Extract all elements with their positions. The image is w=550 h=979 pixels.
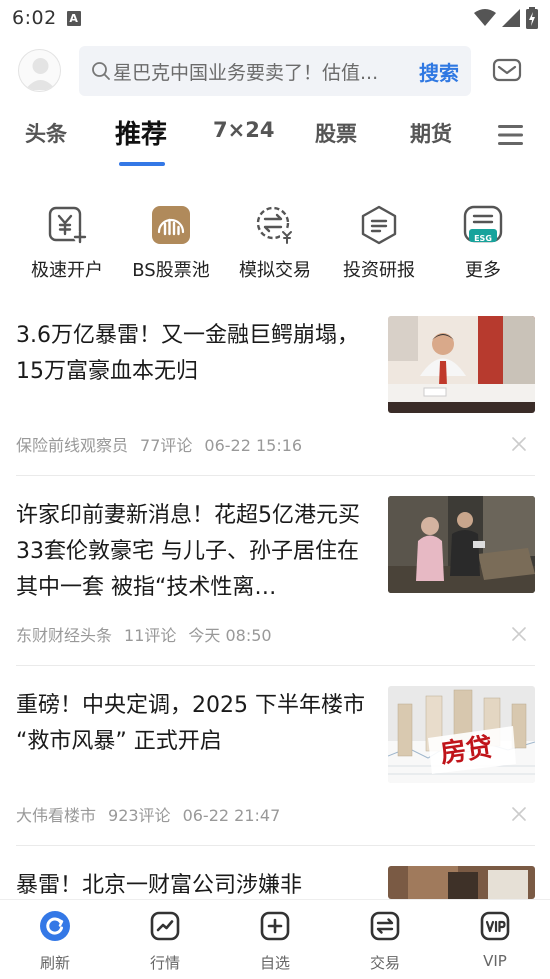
news-image-text: 房贷 — [438, 732, 495, 770]
nav-vip[interactable]: VIP — [455, 910, 535, 970]
tab-stocks[interactable]: 股票 — [315, 118, 357, 148]
news-time: 06-22 21:47 — [182, 806, 281, 825]
status-bar: 6:02 A — [0, 0, 550, 36]
quick-entry-label: 更多 — [465, 260, 501, 281]
nav-label: 自选 — [259, 954, 290, 972]
news-thumbnail — [388, 316, 535, 413]
search-icon — [92, 62, 110, 80]
simulated-trade-icon — [256, 206, 294, 244]
search-button[interactable]: 搜索 — [419, 57, 459, 86]
news-source: 大伟看楼市 — [16, 806, 97, 825]
quick-entry-row: 极速开户 BS股票池 模拟交易 投资研报 ESG 更多 — [0, 204, 550, 284]
research-report-icon — [361, 205, 397, 245]
nav-label: 行情 — [149, 954, 180, 972]
quick-entry-label: 模拟交易 — [239, 260, 311, 281]
trade-icon — [370, 911, 400, 941]
news-image-people-room — [388, 496, 535, 593]
nav-label: 刷新 — [39, 954, 70, 972]
bottom-navigation: 刷新 行情 自选 交易 VIP — [0, 899, 550, 979]
active-tab-indicator — [119, 162, 165, 166]
news-item[interactable]: 许家印前妻新消息！花超5亿港元买33套伦敦豪宅 与儿子、孙子居住在其中一套 被指… — [0, 494, 550, 666]
user-avatar-icon — [25, 58, 56, 90]
divider — [16, 845, 535, 846]
news-thumbnail: 房贷 — [388, 686, 535, 783]
esg-badge-text: ESG — [474, 234, 492, 243]
news-meta: 东财财经头条 11评论 今天 08:50 — [16, 622, 284, 646]
news-item[interactable]: 暴雷！北京一财富公司涉嫌非 — [0, 864, 550, 899]
news-comments: 923评论 — [108, 806, 171, 825]
quick-entry-account[interactable]: 极速开户 — [15, 204, 119, 282]
mail-icon[interactable] — [492, 56, 522, 84]
notification-a-icon: A — [66, 10, 81, 26]
search-placeholder: 星巴克中国业务要卖了！估值... — [113, 61, 379, 84]
news-comments: 77评论 — [140, 436, 193, 455]
tab-headline[interactable]: 头条 — [25, 118, 67, 148]
news-source: 东财财经头条 — [16, 626, 113, 645]
quick-entry-stock-pool[interactable]: BS股票池 — [119, 204, 223, 282]
stock-pool-icon — [152, 206, 190, 244]
menu-icon[interactable] — [498, 124, 523, 146]
nav-watchlist[interactable]: 自选 — [235, 910, 315, 973]
news-thumbnail — [388, 496, 535, 593]
battery-icon — [526, 7, 538, 29]
news-time: 06-22 15:16 — [204, 436, 303, 455]
status-right — [474, 7, 538, 29]
news-time: 今天 08:50 — [188, 626, 272, 645]
tab-7x24[interactable]: 7×24 — [213, 118, 274, 142]
news-meta: 大伟看楼市 923评论 06-22 21:47 — [16, 802, 292, 826]
status-time: 6:02 — [12, 7, 57, 29]
close-icon[interactable] — [512, 807, 526, 821]
quick-entry-label: 投资研报 — [343, 260, 415, 281]
avatar[interactable] — [18, 49, 61, 92]
tab-recommend[interactable]: 推荐 — [115, 114, 167, 151]
wifi-icon — [474, 9, 496, 26]
news-item[interactable]: 3.6万亿暴雷！又一金融巨鳄崩塌，15万富豪血本无归 保险前线观察员 77评论 06… — [0, 314, 550, 476]
refresh-icon — [40, 911, 70, 941]
quick-entry-label: 极速开户 — [31, 260, 103, 281]
news-comments: 11评论 — [124, 626, 177, 645]
news-title: 3.6万亿暴雷！又一金融巨鳄崩塌，15万富豪血本无归 — [16, 323, 359, 384]
news-thumbnail — [388, 866, 535, 899]
market-icon — [150, 911, 180, 941]
quick-entry-label: BS股票池 — [132, 260, 210, 281]
search-input[interactable]: 星巴克中国业务要卖了！估值... 搜索 — [79, 46, 471, 96]
nav-label: 交易 — [369, 954, 400, 972]
category-tabs: 头条 推荐 7×24 股票 期货 — [0, 104, 550, 170]
news-title: 重磅！中央定调，2025 下半年楼市 “救市风暴” 正式开启 — [16, 693, 365, 754]
close-icon[interactable] — [512, 437, 526, 451]
news-image-man-at-desk — [388, 316, 535, 413]
quick-entry-more[interactable]: ESG 更多 — [431, 204, 535, 282]
account-open-icon — [48, 206, 87, 244]
watchlist-add-icon — [260, 911, 290, 941]
news-title: 许家印前妻新消息！花超5亿港元买33套伦敦豪宅 与儿子、孙子居住在其中一套 被指… — [16, 503, 360, 600]
quick-entry-simulated-trade[interactable]: 模拟交易 — [223, 204, 327, 282]
nav-refresh[interactable]: 刷新 — [15, 910, 95, 973]
nav-label: VIP — [483, 952, 507, 970]
news-source: 保险前线观察员 — [16, 436, 129, 455]
vip-icon — [480, 911, 510, 941]
signal-icon — [502, 9, 520, 27]
news-title: 暴雷！北京一财富公司涉嫌非 — [16, 873, 303, 898]
divider — [16, 665, 535, 666]
nav-trade[interactable]: 交易 — [345, 910, 425, 973]
nav-market[interactable]: 行情 — [125, 910, 205, 973]
close-icon[interactable] — [512, 627, 526, 641]
search-header: 星巴克中国业务要卖了！估值... 搜索 — [0, 44, 550, 96]
tab-futures[interactable]: 期货 — [410, 118, 452, 148]
quick-entry-research[interactable]: 投资研报 — [327, 204, 431, 282]
news-image-office — [388, 866, 535, 899]
news-meta: 保险前线观察员 77评论 06-22 15:16 — [16, 432, 314, 456]
divider — [16, 475, 535, 476]
news-item[interactable]: 重磅！中央定调，2025 下半年楼市 “救市风暴” 正式开启 房贷 大伟看楼市 9… — [0, 684, 550, 846]
